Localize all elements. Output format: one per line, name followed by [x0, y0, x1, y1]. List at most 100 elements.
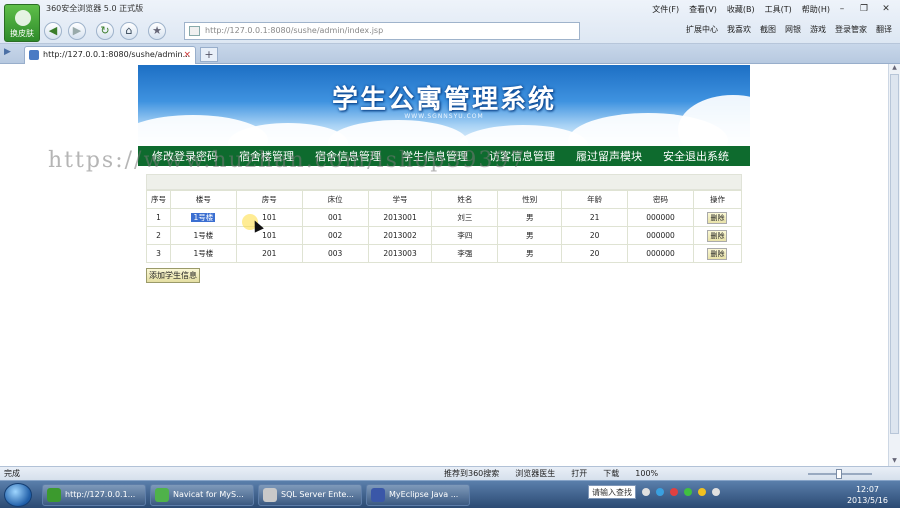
address-bar[interactable]: http://127.0.0.1:8080/sushe/admin/index.…	[184, 22, 580, 40]
menu-view[interactable]: 查看(V)	[689, 4, 717, 15]
tab-bar: ▶ http://127.0.0.1:8080/sushe/admin... ×…	[0, 44, 900, 64]
status-zoom[interactable]: 100%	[635, 467, 658, 480]
cell-name: 李四	[431, 226, 499, 245]
start-button[interactable]	[4, 483, 32, 507]
col-name: 姓名	[431, 190, 499, 209]
table-header-row: 序号 楼号 房号 床位 学号 姓名 性别 年龄 密码 操作	[146, 190, 743, 209]
task-myeclipse[interactable]: MyEclipse Java ...	[366, 484, 470, 506]
col-student-id: 学号	[367, 190, 433, 209]
logo-label: 换皮肤	[10, 29, 34, 38]
home-icon[interactable]: ⌂	[120, 22, 138, 40]
table-row: 3 1号楼 201 003 2013003 李强 男 20 000000 删除	[146, 244, 743, 263]
nav-building-manage[interactable]: 宿舍楼管理	[239, 148, 294, 164]
tray-icon[interactable]	[656, 488, 664, 496]
nav-dorm-info[interactable]: 宿舍信息管理	[315, 148, 381, 164]
menu-favorites[interactable]: 收藏(B)	[727, 4, 755, 15]
menu-help[interactable]: 帮助(H)	[802, 4, 830, 15]
cell-age: 20	[561, 226, 629, 245]
table-title-strip	[146, 174, 742, 190]
system-clock[interactable]: 12:07 2013/5/16	[847, 484, 888, 506]
sidebar-toggle-icon[interactable]: ▶	[4, 47, 18, 61]
cell-building: 1号楼	[169, 244, 237, 263]
volume-icon[interactable]	[712, 488, 720, 496]
tab-current[interactable]: http://127.0.0.1:8080/sushe/admin... ×	[24, 46, 196, 64]
new-tab-button[interactable]: +	[200, 47, 218, 62]
back-icon[interactable]: ◀	[44, 22, 62, 40]
add-student-button[interactable]: 添加学生信息	[146, 268, 200, 283]
tray-icon[interactable]	[698, 488, 706, 496]
table-row: 2 1号楼 101 002 2013002 李四 男 20 000000 删除	[146, 226, 743, 245]
nav-change-password[interactable]: 修改登录密码	[152, 148, 218, 164]
cell-gender: 男	[497, 226, 563, 245]
star-icon[interactable]: ★	[148, 22, 166, 40]
task-navicat[interactable]: Navicat for MyS...	[150, 484, 254, 506]
cell-password: 000000	[627, 226, 694, 245]
status-text: 完成	[4, 469, 20, 478]
cell-action: 删除	[692, 244, 743, 263]
tab-close-icon[interactable]: ×	[183, 47, 191, 63]
vertical-scrollbar[interactable]: ▲ ▼	[888, 64, 900, 466]
status-doctor[interactable]: 浏览器医生	[515, 467, 555, 480]
task-browser[interactable]: http://127.0.0.1...	[42, 484, 146, 506]
delete-button[interactable]: 删除	[707, 247, 728, 260]
browser-logo[interactable]: 换皮肤	[4, 4, 40, 42]
status-download[interactable]: 下载	[603, 467, 619, 480]
ext-games[interactable]: 游戏	[810, 24, 826, 35]
page-viewport: 学生公寓管理系统 WWW.SGNNSYU.COM 修改登录密码 宿舍楼管理 宿舍…	[0, 64, 888, 466]
ime-search-box[interactable]: 请输入查找	[588, 485, 636, 499]
cell-index: 1	[146, 208, 171, 227]
window-controls: – ❐ ✕	[832, 2, 896, 16]
cell-index: 3	[146, 244, 171, 263]
scroll-down-icon[interactable]: ▼	[890, 457, 899, 466]
address-text: http://127.0.0.1:8080/sushe/admin/index.…	[205, 26, 384, 35]
restore-icon[interactable]: ❐	[854, 2, 874, 16]
cell-action: 删除	[692, 208, 743, 227]
zoom-slider-knob[interactable]	[836, 469, 842, 479]
cell-building: 1号楼	[169, 208, 237, 227]
scroll-up-icon[interactable]: ▲	[890, 64, 899, 73]
system-tray: 请输入查找	[588, 485, 720, 499]
menu-file[interactable]: 文件(F)	[652, 4, 679, 15]
cell-building-selected: 1号楼	[191, 213, 216, 222]
ext-center[interactable]: 扩展中心	[686, 24, 718, 35]
task-label: http://127.0.0.1...	[65, 490, 136, 499]
cell-age: 20	[561, 244, 629, 263]
myeclipse-task-icon	[371, 488, 385, 502]
cell-age: 21	[561, 208, 629, 227]
col-age: 年龄	[561, 190, 629, 209]
task-sqlserver[interactable]: SQL Server Ente...	[258, 484, 362, 506]
forward-icon[interactable]: ▶	[68, 22, 86, 40]
cell-room: 201	[235, 244, 303, 263]
ext-like[interactable]: 我喜欢	[727, 24, 751, 35]
menu-tools[interactable]: 工具(T)	[765, 4, 792, 15]
nav-visitor-info[interactable]: 访客信息管理	[489, 148, 555, 164]
scroll-thumb[interactable]	[890, 74, 899, 434]
tray-icon[interactable]	[642, 488, 650, 496]
nav-logout[interactable]: 安全退出系统	[663, 148, 729, 164]
cell-building: 1号楼	[169, 226, 237, 245]
cell-password: 000000	[627, 208, 694, 227]
table-row: 1 1号楼 101 001 2013001 刘三 男 21 000000 删除	[146, 208, 743, 227]
browser-titlebar: 换皮肤 360安全浏览器 5.0 正式版 文件(F) 查看(V) 收藏(B) 工…	[0, 0, 900, 44]
cell-name: 刘三	[431, 208, 499, 227]
ext-screenshot[interactable]: 截图	[760, 24, 776, 35]
site-banner: 学生公寓管理系统 WWW.SGNNSYU.COM	[138, 65, 750, 146]
status-open[interactable]: 打开	[571, 467, 587, 480]
close-icon[interactable]: ✕	[876, 2, 896, 16]
tray-icon[interactable]	[670, 488, 678, 496]
ext-translate[interactable]: 翻译	[876, 24, 892, 35]
status-search[interactable]: 推荐到360搜索	[444, 467, 499, 480]
delete-button[interactable]: 删除	[707, 211, 728, 224]
ext-bank[interactable]: 网银	[785, 24, 801, 35]
col-room: 房号	[235, 190, 303, 209]
nav-student-info[interactable]: 学生信息管理	[402, 148, 468, 164]
nav-message-module[interactable]: 履过留声模块	[576, 148, 642, 164]
ext-login[interactable]: 登录管家	[835, 24, 867, 35]
cell-password: 000000	[627, 244, 694, 263]
refresh-icon[interactable]: ↻	[96, 22, 114, 40]
col-bed: 床位	[301, 190, 369, 209]
tray-icon[interactable]	[684, 488, 692, 496]
delete-button[interactable]: 删除	[707, 229, 728, 242]
minimize-icon[interactable]: –	[832, 2, 852, 16]
col-index: 序号	[146, 190, 171, 209]
